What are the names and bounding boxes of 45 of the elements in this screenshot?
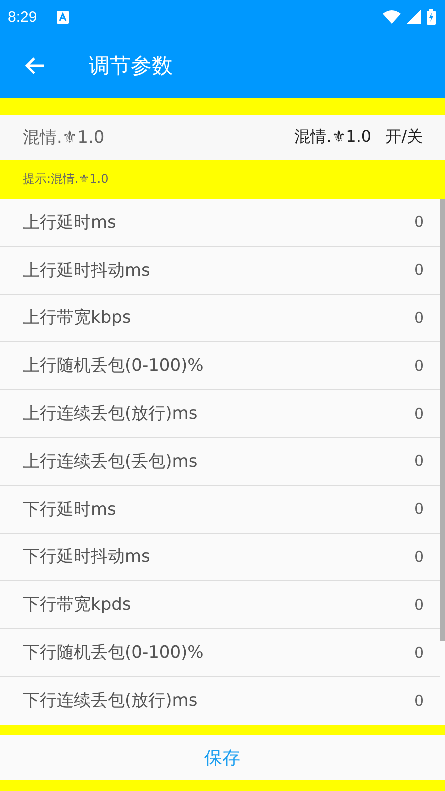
parameter-label: 上行延时抖动ms (23, 260, 152, 282)
parameter-value: 0 (414, 356, 424, 375)
parameter-value: 0 (414, 692, 424, 710)
signal-icon (407, 10, 421, 24)
parameter-label: 上行连续丢包(丢包)ms (23, 450, 199, 473)
parameter-label: 下行连续丢包(放行)ms (23, 690, 199, 712)
battery-icon (427, 9, 436, 25)
parameter-value: 0 (414, 500, 424, 518)
parameter-value: 0 (414, 261, 424, 280)
parameter-label: 上行延时ms (23, 212, 118, 234)
parameter-row[interactable]: 下行延时ms 0 (0, 486, 440, 534)
parameter-label: 上行随机丢包(0-100)% (23, 355, 205, 378)
parameter-label: 下行延时抖动ms (23, 546, 152, 568)
parameter-row[interactable]: 下行随机丢包(0-100)% 0 (0, 629, 440, 677)
parameter-row[interactable]: 下行延时抖动ms 0 (0, 534, 440, 582)
parameter-label: 上行连续丢包(放行)ms (23, 403, 199, 426)
toggle-link[interactable]: 开/关 (386, 127, 423, 148)
parameter-row[interactable]: 上行连续丢包(放行)ms 0 (0, 390, 440, 438)
parameter-value: 0 (414, 452, 424, 470)
parameter-value: 0 (414, 548, 424, 566)
parameter-label: 下行延时ms (23, 498, 118, 521)
back-arrow-icon[interactable] (25, 57, 45, 75)
notification-icon (57, 11, 70, 24)
parameter-value: 0 (414, 404, 424, 423)
parameter-row[interactable]: 上行连续丢包(丢包)ms 0 (0, 438, 440, 486)
parameter-label: 下行随机丢包(0-100)% (23, 642, 205, 664)
parameter-row[interactable]: 上行随机丢包(0-100)% 0 (0, 342, 440, 390)
status-time: 8:29 (8, 8, 38, 26)
wifi-icon (383, 10, 401, 24)
mode-label: 混情.⚜1.0 (294, 127, 372, 148)
hint-text: 提示:混情.⚜1.0 (0, 160, 445, 199)
parameter-row[interactable]: 上行延时抖动ms 0 (0, 246, 440, 295)
parameter-row[interactable]: 上行延时ms 0 (0, 199, 440, 247)
parameter-value: 0 (414, 644, 424, 662)
parameter-value: 0 (414, 596, 424, 614)
parameter-value: 0 (414, 308, 424, 327)
parameter-row[interactable]: 下行带宽kpds 0 (0, 581, 440, 630)
parameter-row[interactable]: 上行带宽kbps 0 (0, 294, 440, 342)
parameter-row[interactable]: 下行连续丢包(放行)ms 0 (0, 676, 440, 725)
parameter-value: 0 (414, 213, 424, 232)
screen-title: 调节参数 (89, 53, 173, 80)
header-label: 混情.⚜1.0 (23, 127, 105, 149)
scrollbar-thumb[interactable] (440, 199, 445, 641)
parameter-label: 上行带宽kbps (23, 307, 132, 330)
parameter-label: 下行带宽kpds (23, 594, 132, 616)
